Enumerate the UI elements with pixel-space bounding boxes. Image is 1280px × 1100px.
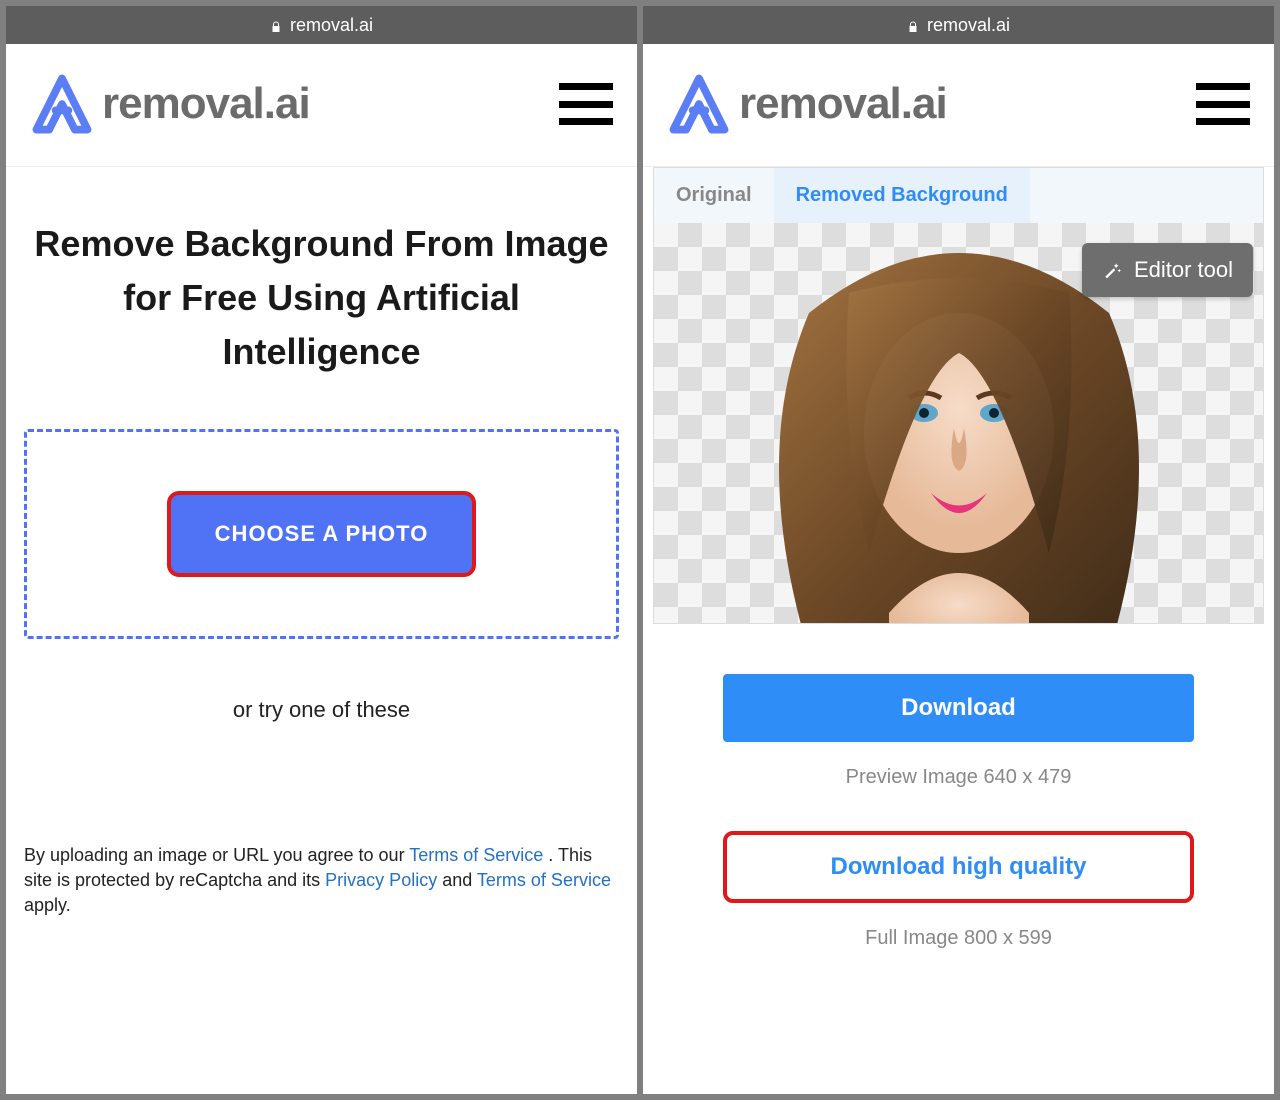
tab-original[interactable]: Original: [654, 168, 774, 223]
upload-content: Remove Background From Image for Free Us…: [6, 167, 637, 1094]
legal-text: By uploading an image or URL you agree t…: [24, 843, 619, 919]
url-text: removal.ai: [927, 15, 1010, 36]
browser-url-bar: removal.ai: [6, 6, 637, 44]
tos-link[interactable]: Terms of Service: [409, 845, 543, 865]
lock-icon: [270, 18, 282, 32]
brand-logo[interactable]: removal.ai: [30, 72, 310, 136]
editor-tool-label: Editor tool: [1134, 257, 1233, 283]
result-content: Original Removed Background: [643, 167, 1274, 1094]
upload-screen: removal.ai removal.ai Remove Background …: [6, 6, 637, 1094]
site-header: removal.ai: [6, 44, 637, 167]
tos-link-2[interactable]: Terms of Service: [477, 870, 611, 890]
preview-size-text: Preview Image 640 x 479: [846, 766, 1072, 789]
hamburger-menu-icon[interactable]: [559, 83, 613, 125]
download-actions: Download Preview Image 640 x 479 Downloa…: [653, 624, 1264, 970]
tab-removed-background[interactable]: Removed Background: [774, 168, 1030, 223]
result-panel: Original Removed Background: [653, 167, 1264, 624]
lock-icon: [907, 18, 919, 32]
result-tabs: Original Removed Background: [654, 168, 1263, 223]
editor-tool-button[interactable]: Editor tool: [1082, 243, 1253, 297]
download-high-quality-button[interactable]: Download high quality: [723, 831, 1194, 903]
url-text: removal.ai: [290, 15, 373, 36]
privacy-link[interactable]: Privacy Policy: [325, 870, 437, 890]
browser-url-bar: removal.ai: [643, 6, 1274, 44]
brand-mark-icon: [30, 72, 94, 136]
full-size-text: Full Image 800 x 599: [865, 927, 1052, 950]
download-button[interactable]: Download: [723, 674, 1194, 742]
wand-icon: [1102, 260, 1122, 280]
site-header: removal.ai: [643, 44, 1274, 167]
preview-image-area: Editor tool: [654, 223, 1263, 623]
try-samples-text: or try one of these: [24, 697, 619, 723]
choose-photo-button[interactable]: CHOOSE A PHOTO: [167, 491, 477, 577]
brand-name: removal.ai: [739, 79, 947, 129]
result-screen: removal.ai removal.ai Original Removed B…: [643, 6, 1274, 1094]
page-headline: Remove Background From Image for Free Us…: [24, 217, 619, 379]
brand-mark-icon: [667, 72, 731, 136]
brand-name: removal.ai: [102, 79, 310, 129]
upload-dropzone[interactable]: CHOOSE A PHOTO: [24, 429, 619, 639]
hamburger-menu-icon[interactable]: [1196, 83, 1250, 125]
brand-logo[interactable]: removal.ai: [667, 72, 947, 136]
